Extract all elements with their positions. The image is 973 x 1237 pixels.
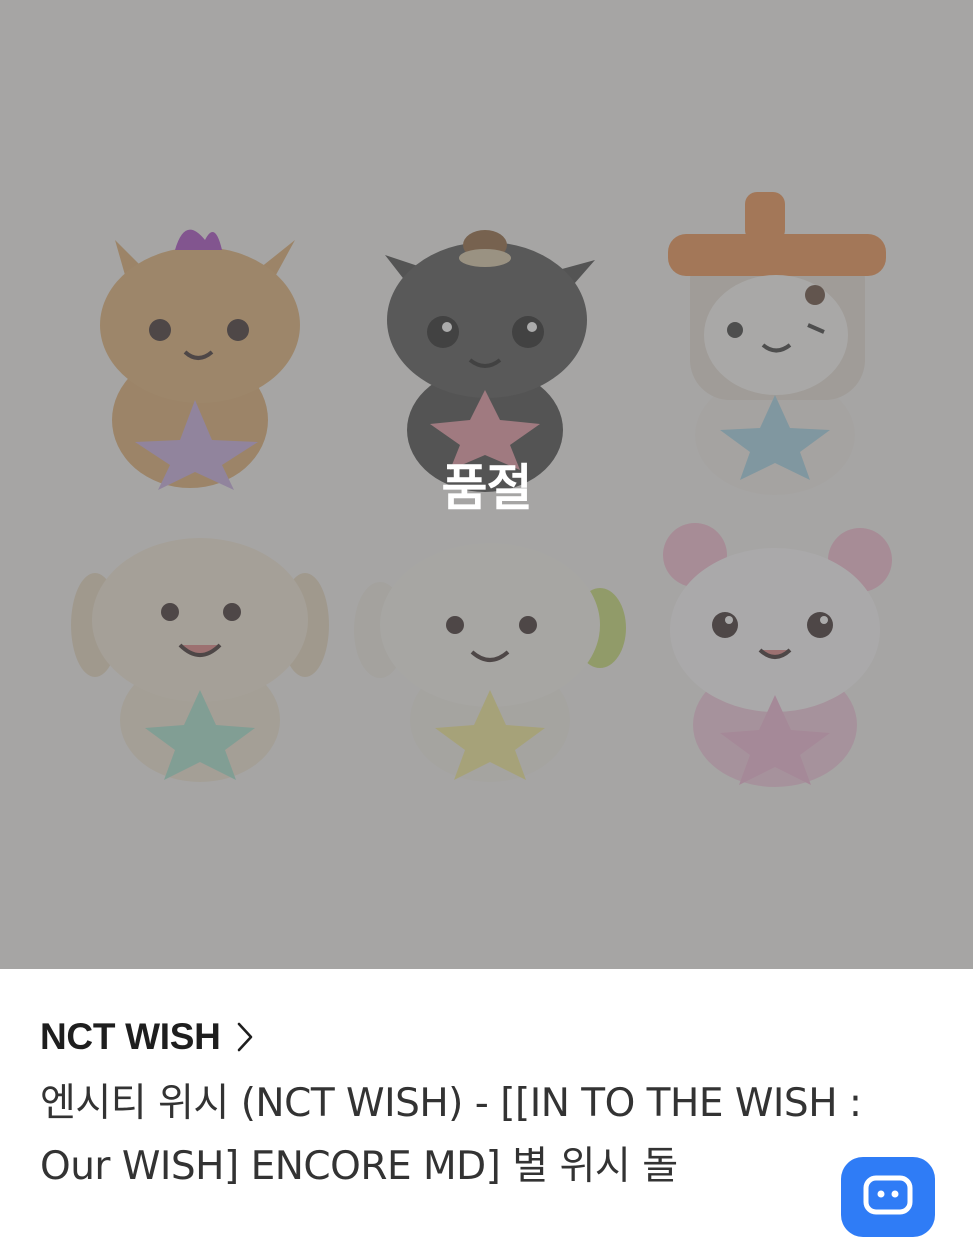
chat-button[interactable]	[841, 1157, 935, 1237]
brand-link[interactable]: NCT WISH	[40, 1013, 253, 1061]
soldout-label: 품절	[441, 459, 533, 517]
product-image[interactable]: 품절	[0, 0, 973, 969]
product-title: 엔시티 위시 (NCT WISH) - [[IN TO THE WISH : O…	[40, 1081, 862, 1189]
product-info: NCT WISH 엔시티 위시 (NCT WISH) - [[IN TO THE…	[0, 969, 973, 1200]
chat-icon	[863, 1175, 913, 1215]
chevron-right-icon	[237, 1022, 252, 1052]
brand-name: NCT WISH	[40, 1016, 221, 1057]
